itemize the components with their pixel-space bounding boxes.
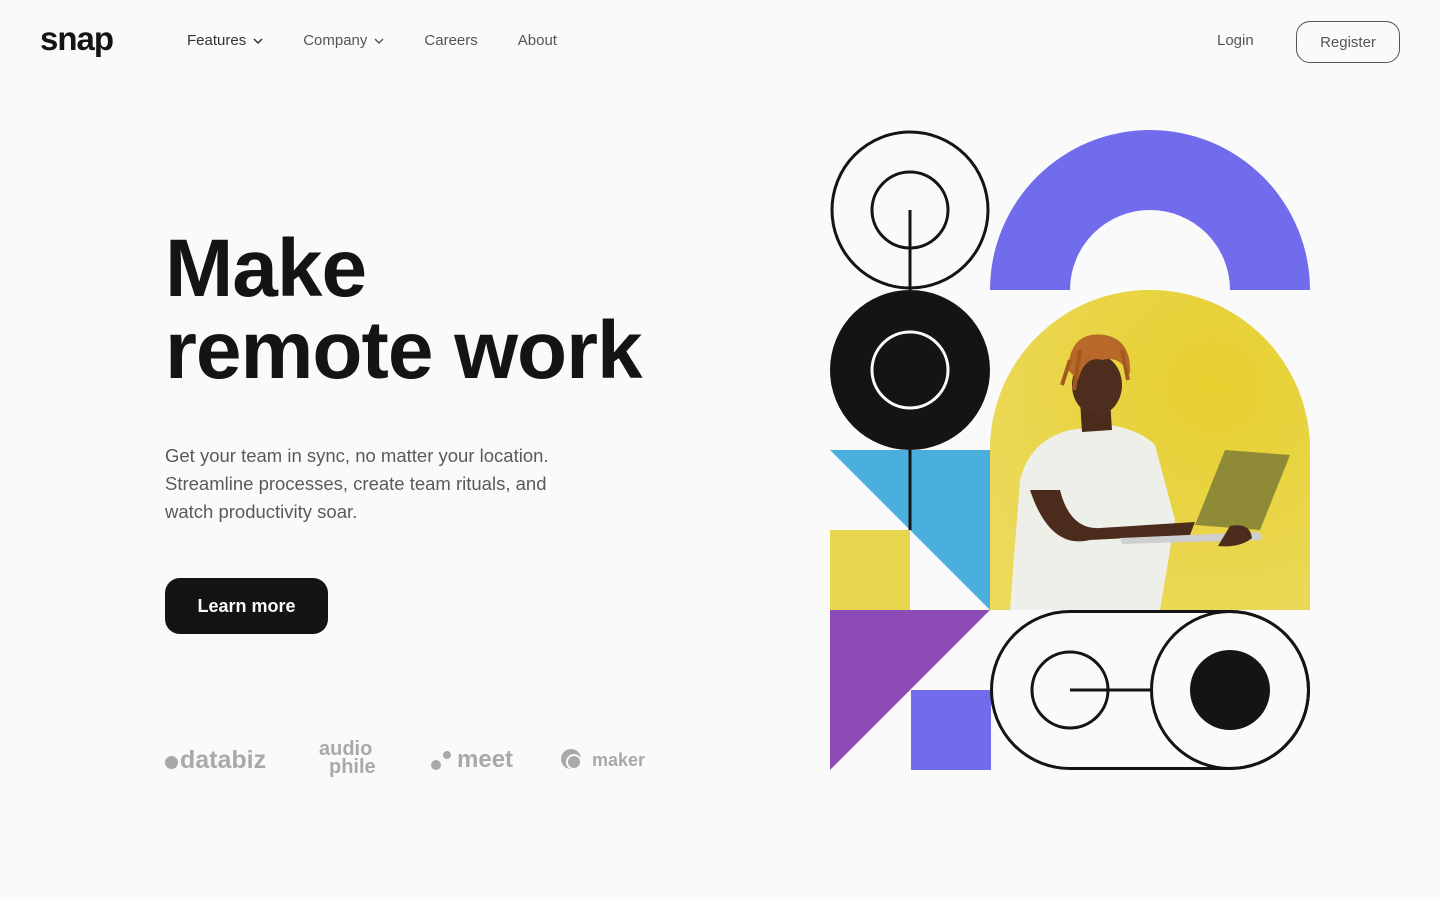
maker-wordmark: maker <box>592 749 646 770</box>
chevron-down-icon <box>374 38 384 45</box>
maker-logo: maker <box>560 748 645 772</box>
snap-logo[interactable]: snap <box>40 22 114 55</box>
nav-item-company-label: Company <box>303 32 368 49</box>
databiz-wordmark: databiz <box>180 746 267 774</box>
login-link[interactable]: Login <box>1217 31 1254 51</box>
hero-illustration <box>830 130 1310 770</box>
main-nav: Features Company Careers About <box>187 31 597 51</box>
hero-title: Make remote work <box>165 223 643 396</box>
site-header: snap Features Company Careers About Logi… <box>0 0 1440 82</box>
indigo-square <box>911 690 991 770</box>
black-circle <box>830 290 990 450</box>
hero-description-line: Get your team in sync, no matter your lo… <box>165 445 549 466</box>
audiophile-wordmark-line-2: phile <box>329 756 376 778</box>
person-with-laptop-image <box>990 290 1310 610</box>
nav-item-features[interactable]: Features <box>187 31 263 51</box>
pill-black-dot <box>1190 650 1270 730</box>
hero-title-line-1: Make <box>165 223 367 314</box>
yellow-square <box>830 530 910 610</box>
register-button[interactable]: Register <box>1296 21 1400 63</box>
databiz-dot-icon <box>165 756 178 769</box>
meet-dots-icon <box>431 749 453 771</box>
meet-wordmark: meet <box>457 746 514 773</box>
nav-item-about-label: About <box>517 32 557 49</box>
hero-description-line: watch productivity soar. <box>165 501 358 522</box>
audiophile-logo: audio phile <box>319 739 376 778</box>
maker-circles-icon <box>561 749 582 770</box>
hero-description-line: Streamline processes, create team ritual… <box>165 473 547 494</box>
databiz-logo: databiz <box>165 746 266 775</box>
nav-item-company[interactable]: Company <box>303 31 384 51</box>
nav-item-about[interactable]: About <box>518 31 557 51</box>
hero-photo <box>990 290 1310 610</box>
meet-logo: meet <box>431 746 513 774</box>
hero-description: Get your team in sync, no matter your lo… <box>165 442 615 526</box>
nav-item-features-label: Features <box>187 32 247 49</box>
nav-item-careers-label: Careers <box>424 32 478 49</box>
learn-more-button[interactable]: Learn more <box>165 578 328 634</box>
nav-item-careers[interactable]: Careers <box>424 31 477 51</box>
hero-title-line-2: remote work <box>165 305 643 396</box>
chevron-down-icon <box>253 38 263 45</box>
purple-arch <box>990 130 1310 290</box>
